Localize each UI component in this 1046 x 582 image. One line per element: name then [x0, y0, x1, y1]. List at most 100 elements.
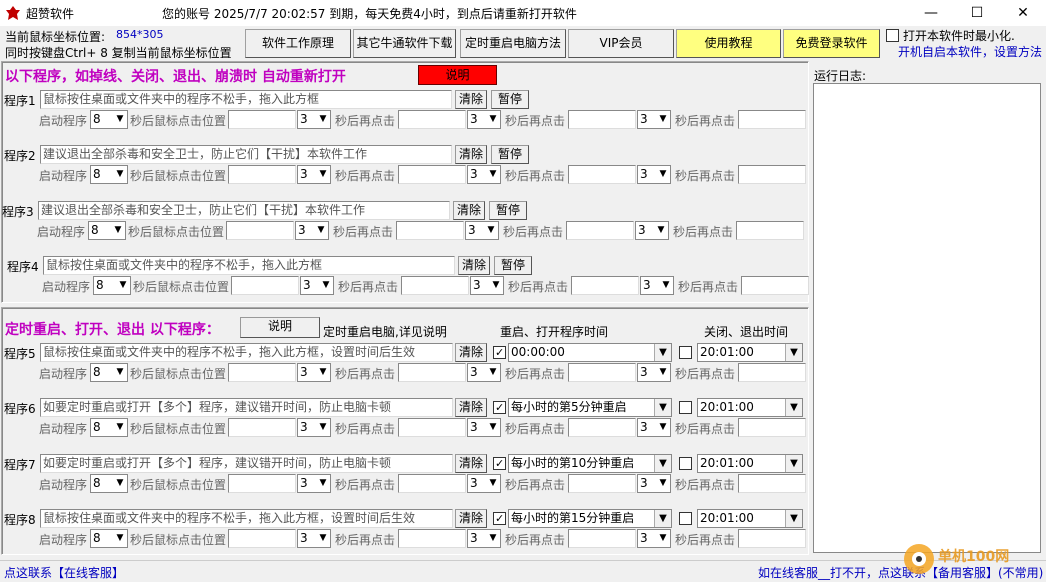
close-checkbox[interactable]: [679, 512, 692, 525]
position-field[interactable]: [738, 529, 806, 548]
clear-button[interactable]: 清除: [455, 398, 487, 417]
close-time-combo[interactable]: 20:01:00 ▼: [697, 343, 803, 362]
minimize-button[interactable]: —: [908, 0, 954, 26]
pause-button[interactable]: 暂停: [494, 256, 532, 275]
position-field[interactable]: [741, 276, 809, 295]
repeat-select[interactable]: 3 ▼: [467, 529, 501, 548]
restart-time-combo[interactable]: 每小时的第15分钟重启 ▼: [508, 509, 672, 528]
repeat-select[interactable]: 3 ▼: [297, 529, 331, 548]
repeat-select[interactable]: 3 ▼: [297, 474, 331, 493]
program-drop-field[interactable]: 如要定时重启或打开【多个】程序，建议错开时间，防止电脑卡顿: [40, 454, 453, 473]
position-field[interactable]: [228, 165, 296, 184]
repeat-select[interactable]: 3 ▼: [637, 474, 671, 493]
repeat-select[interactable]: 3 ▼: [297, 363, 331, 382]
position-field[interactable]: [568, 363, 636, 382]
position-field[interactable]: [736, 221, 804, 240]
clear-button[interactable]: 清除: [455, 90, 487, 109]
restart-time-combo[interactable]: 00:00:00 ▼: [508, 343, 672, 362]
position-field[interactable]: [401, 276, 469, 295]
other-software-button[interactable]: 其它牛通软件下载: [353, 29, 456, 58]
position-field[interactable]: [568, 529, 636, 548]
repeat-select[interactable]: 3 ▼: [467, 474, 501, 493]
delay-select[interactable]: 8 ▼: [93, 276, 131, 295]
tutorial-button[interactable]: 使用教程: [676, 29, 781, 58]
position-field[interactable]: [226, 221, 294, 240]
repeat-select[interactable]: 3 ▼: [467, 418, 501, 437]
position-field[interactable]: [398, 110, 466, 129]
delay-select[interactable]: 8 ▼: [90, 418, 128, 437]
program-drop-field[interactable]: 建议退出全部杀毒和安全卫士，防止它们【干扰】本软件工作: [38, 201, 450, 220]
autostart-link[interactable]: 开机自启本软件，设置方法: [898, 43, 1042, 60]
position-field[interactable]: [228, 418, 296, 437]
section2-explain-button[interactable]: 说明: [240, 317, 320, 338]
position-field[interactable]: [398, 165, 466, 184]
repeat-select[interactable]: 3 ▼: [467, 165, 501, 184]
position-field[interactable]: [568, 165, 636, 184]
position-field[interactable]: [398, 418, 466, 437]
delay-select[interactable]: 8 ▼: [90, 363, 128, 382]
maximize-button[interactable]: ☐: [954, 0, 1000, 26]
position-field[interactable]: [398, 363, 466, 382]
free-login-button[interactable]: 免费登录软件: [783, 29, 880, 58]
clear-button[interactable]: 清除: [453, 201, 485, 220]
delay-select[interactable]: 8 ▼: [88, 221, 126, 240]
repeat-select[interactable]: 3 ▼: [295, 221, 329, 240]
restart-checkbox[interactable]: [493, 346, 506, 359]
position-field[interactable]: [396, 221, 464, 240]
clear-button[interactable]: 清除: [455, 145, 487, 164]
repeat-select[interactable]: 3 ▼: [297, 110, 331, 129]
position-field[interactable]: [738, 165, 806, 184]
position-field[interactable]: [738, 110, 806, 129]
pause-button[interactable]: 暂停: [491, 90, 529, 109]
delay-select[interactable]: 8 ▼: [90, 474, 128, 493]
pause-button[interactable]: 暂停: [489, 201, 527, 220]
position-field[interactable]: [568, 418, 636, 437]
position-field[interactable]: [568, 110, 636, 129]
vip-button[interactable]: VIP会员: [568, 29, 674, 58]
section1-explain-button[interactable]: 说明: [418, 65, 497, 85]
program-drop-field[interactable]: 建议退出全部杀毒和安全卫士，防止它们【干扰】本软件工作: [40, 145, 452, 164]
close-checkbox[interactable]: [679, 401, 692, 414]
clear-button[interactable]: 清除: [458, 256, 490, 275]
position-field[interactable]: [571, 276, 639, 295]
position-field[interactable]: [568, 474, 636, 493]
repeat-select[interactable]: 3 ▼: [297, 418, 331, 437]
repeat-select[interactable]: 3 ▼: [465, 221, 499, 240]
program-drop-field[interactable]: 鼠标按住桌面或文件夹中的程序不松手，拖入此方框，设置时间后生效: [40, 509, 453, 528]
delay-select[interactable]: 8 ▼: [90, 529, 128, 548]
program-drop-field[interactable]: 鼠标按住桌面或文件夹中的程序不松手，拖入此方框: [40, 90, 452, 109]
repeat-select[interactable]: 3 ▼: [637, 165, 671, 184]
repeat-select[interactable]: 3 ▼: [637, 418, 671, 437]
position-field[interactable]: [566, 221, 634, 240]
clear-button[interactable]: 清除: [455, 454, 487, 473]
repeat-select[interactable]: 3 ▼: [637, 363, 671, 382]
position-field[interactable]: [738, 418, 806, 437]
repeat-select[interactable]: 3 ▼: [637, 110, 671, 129]
delay-select[interactable]: 8 ▼: [90, 110, 128, 129]
program-drop-field[interactable]: 鼠标按住桌面或文件夹中的程序不松手，拖入此方框，设置时间后生效: [40, 343, 453, 362]
close-time-combo[interactable]: 20:01:00 ▼: [697, 454, 803, 473]
position-field[interactable]: [228, 529, 296, 548]
restart-checkbox[interactable]: [493, 401, 506, 414]
close-time-combo[interactable]: 20:01:00 ▼: [697, 509, 803, 528]
restart-time-combo[interactable]: 每小时的第10分钟重启 ▼: [508, 454, 672, 473]
close-time-combo[interactable]: 20:01:00 ▼: [697, 398, 803, 417]
position-field[interactable]: [398, 529, 466, 548]
restart-checkbox[interactable]: [493, 457, 506, 470]
restart-checkbox[interactable]: [493, 512, 506, 525]
repeat-select[interactable]: 3 ▼: [470, 276, 504, 295]
program-drop-field[interactable]: 鼠标按住桌面或文件夹中的程序不松手，拖入此方框: [43, 256, 455, 275]
program-drop-field[interactable]: 如要定时重启或打开【多个】程序，建议错开时间，防止电脑卡顿: [40, 398, 453, 417]
repeat-select[interactable]: 3 ▼: [467, 363, 501, 382]
position-field[interactable]: [738, 363, 806, 382]
position-field[interactable]: [398, 474, 466, 493]
repeat-select[interactable]: 3 ▼: [297, 165, 331, 184]
close-button[interactable]: ✕: [1000, 0, 1046, 26]
clear-button[interactable]: 清除: [455, 343, 487, 362]
repeat-select[interactable]: 3 ▼: [467, 110, 501, 129]
position-field[interactable]: [228, 474, 296, 493]
close-checkbox[interactable]: [679, 346, 692, 359]
pause-button[interactable]: 暂停: [491, 145, 529, 164]
repeat-select[interactable]: 3 ▼: [300, 276, 334, 295]
position-field[interactable]: [228, 110, 296, 129]
